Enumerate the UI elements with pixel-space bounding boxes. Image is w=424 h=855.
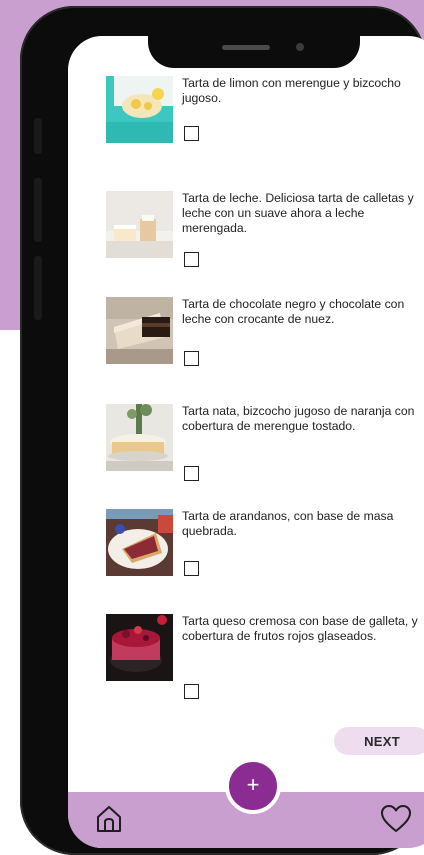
home-icon[interactable]: [94, 804, 124, 834]
item-description: Tarta de limon con merengue y bizcocho j…: [182, 76, 401, 106]
phone-speaker: [222, 45, 270, 50]
item-checkbox[interactable]: [184, 126, 199, 141]
phone-side-button: [34, 256, 42, 320]
phone-frame: Tarta de limon con merengue y bizcocho j…: [20, 6, 424, 855]
cream-orange-cake-image: [106, 404, 173, 471]
list-item: Tarta nata, bizcocho jugoso de naranja c…: [106, 404, 424, 514]
list-item: Tarta de arandanos, con base de masa que…: [106, 509, 424, 619]
list-item: Tarta de leche. Deliciosa tarta de calle…: [106, 191, 424, 301]
chocolate-cake-image: [106, 297, 173, 364]
item-description: Tarta de arandanos, con base de masa que…: [182, 509, 394, 539]
app-screen: Tarta de limon con merengue y bizcocho j…: [68, 36, 424, 848]
next-button[interactable]: NEXT: [334, 727, 424, 755]
list-item: Tarta de chocolate negro y chocolate con…: [106, 297, 424, 407]
item-description: Tarta queso cremosa con base de galleta,…: [182, 614, 418, 644]
add-button[interactable]: +: [225, 758, 281, 814]
list-item: Tarta queso cremosa con base de galleta,…: [106, 614, 424, 724]
phone-side-button: [34, 178, 42, 242]
item-description: Tarta de chocolate negro y chocolate con…: [182, 297, 405, 327]
item-checkbox[interactable]: [184, 252, 199, 267]
item-description: Tarta de leche. Deliciosa tarta de calle…: [182, 191, 414, 236]
cheesecake-red-berries-image: [106, 614, 173, 681]
heart-icon[interactable]: [380, 804, 412, 834]
phone-side-button: [34, 118, 42, 154]
lemon-meringue-cake-image: [106, 76, 173, 143]
phone-notch: [148, 36, 360, 68]
blueberry-tart-image: [106, 509, 173, 576]
list-item: Tarta de limon con merengue y bizcocho j…: [106, 76, 424, 186]
item-checkbox[interactable]: [184, 351, 199, 366]
phone-camera: [296, 43, 304, 51]
item-description: Tarta nata, bizcocho jugoso de naranja c…: [182, 404, 415, 434]
item-checkbox[interactable]: [184, 684, 199, 699]
milk-cake-image: [106, 191, 173, 258]
item-checkbox[interactable]: [184, 561, 199, 576]
item-checkbox[interactable]: [184, 466, 199, 481]
